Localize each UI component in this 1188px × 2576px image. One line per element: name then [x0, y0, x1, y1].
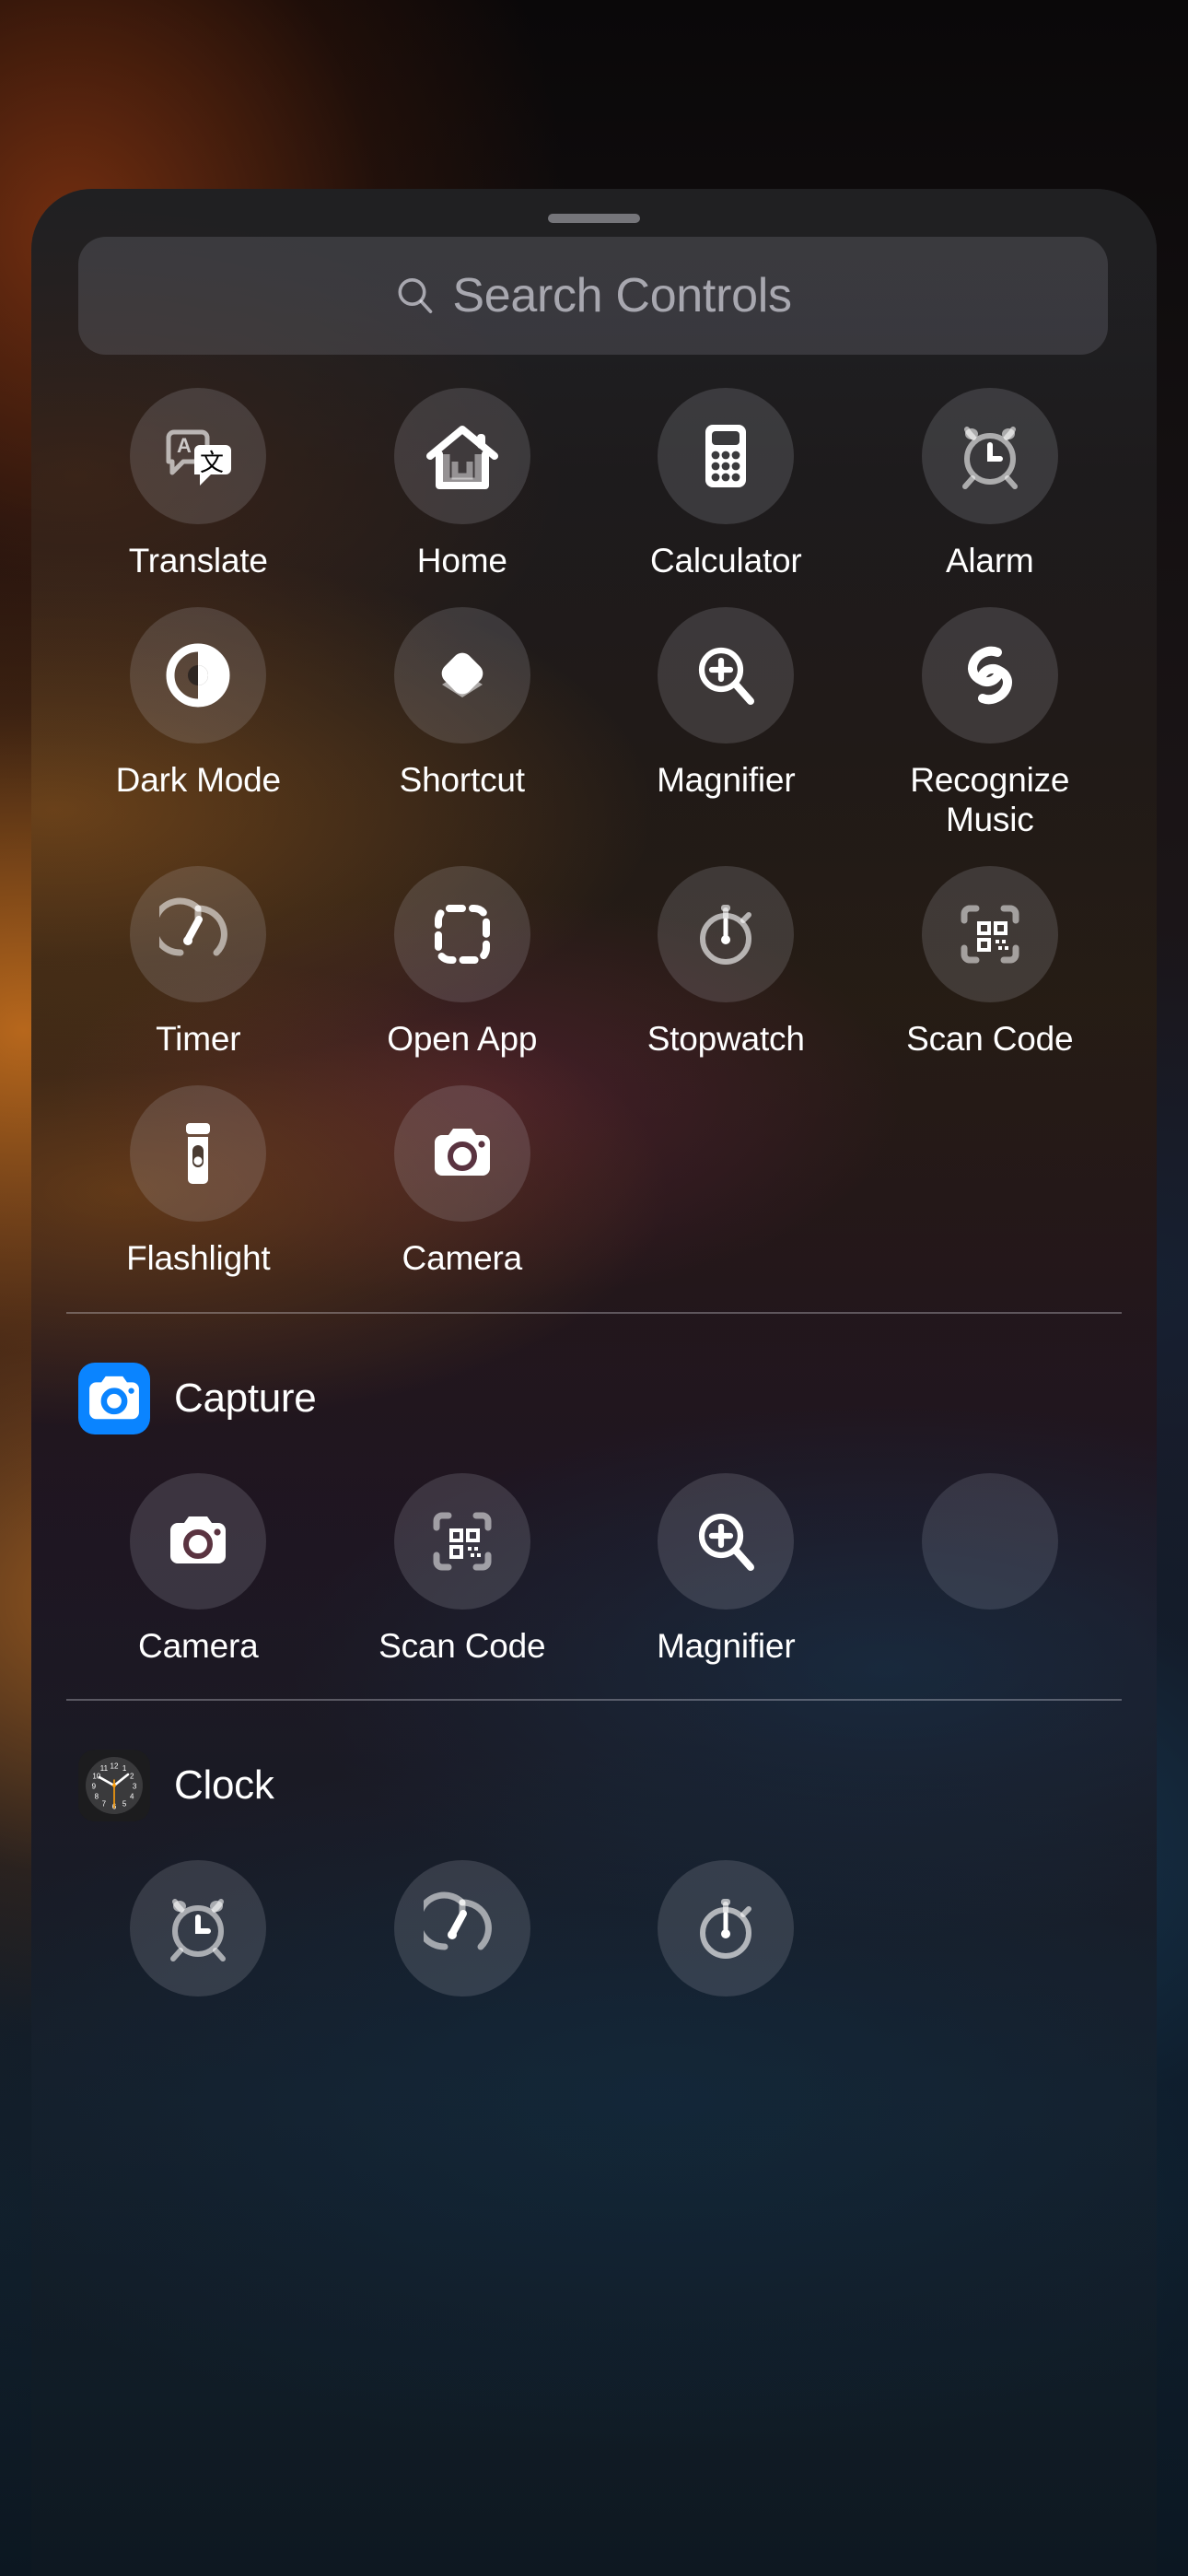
dark-mode-icon[interactable]: [130, 606, 267, 744]
control-item[interactable]: [594, 1842, 858, 1997]
calculator-icon[interactable]: [658, 388, 795, 524]
control-label: Scan Code: [379, 1626, 546, 1665]
control-label: Translate: [128, 542, 268, 580]
clock-app-icon: 121234567891011: [78, 1750, 150, 1822]
control-label: Calculator: [649, 542, 802, 580]
search-controls-field[interactable]: Search Controls: [78, 237, 1108, 355]
control-item[interactable]: Calculator: [594, 369, 858, 581]
section-title: Capture: [174, 1375, 317, 1421]
search-placeholder: Search Controls: [452, 269, 792, 322]
control-item[interactable]: Alarm: [858, 369, 1123, 581]
control-item[interactable]: Magnifier: [594, 1455, 858, 1667]
empty-control-slot[interactable]: [921, 1472, 1058, 1610]
section-header: 121234567891011 Clock: [31, 1701, 1157, 1822]
control-item[interactable]: Scan Code: [331, 1455, 595, 1667]
section-controls-grid: Camera Scan Code Magnifier: [31, 1455, 1157, 1667]
control-label: Scan Code: [906, 1019, 1074, 1058]
app-sections: Capture Camera Scan Code Magnifier 12 1 …: [31, 1311, 1157, 1997]
control-item[interactable]: Camera: [66, 1455, 331, 1667]
svg-text:2: 2: [130, 1773, 134, 1781]
flashlight-icon[interactable]: [130, 1084, 267, 1222]
timer-icon[interactable]: [130, 865, 267, 1002]
open-app-icon[interactable]: [393, 865, 530, 1002]
suggested-controls-grid: A 文 Translate Home Calculator Alarm Dark…: [31, 369, 1157, 1279]
svg-text:8: 8: [95, 1793, 99, 1801]
section-title: Clock: [174, 1762, 274, 1809]
control-item[interactable]: Open App: [331, 848, 595, 1060]
control-label: Alarm: [945, 542, 1034, 580]
stopwatch-icon[interactable]: [658, 865, 795, 1002]
control-item[interactable]: Dark Mode: [66, 589, 331, 840]
svg-text:1: 1: [122, 1765, 127, 1774]
control-item[interactable]: [331, 1842, 595, 1997]
svg-text:5: 5: [122, 1800, 127, 1809]
control-label: Dark Mode: [115, 760, 281, 799]
shazam-icon[interactable]: [921, 606, 1058, 744]
svg-text:3: 3: [133, 1783, 137, 1791]
control-label: Recognize Music: [910, 760, 1070, 838]
control-label: Timer: [156, 1019, 241, 1058]
svg-text:12: 12: [111, 1762, 119, 1771]
shortcut-icon[interactable]: [393, 606, 530, 744]
svg-text:11: 11: [100, 1765, 109, 1774]
control-label: Magnifier: [657, 1626, 796, 1665]
control-item[interactable]: Flashlight: [66, 1067, 331, 1279]
controls-scroll-area[interactable]: A 文 Translate Home Calculator Alarm Dark…: [31, 369, 1157, 2576]
controls-gallery-sheet: Search Controls A 文 Translate Home Calcu…: [31, 189, 1157, 2576]
magnifier-icon[interactable]: [658, 606, 795, 744]
stopwatch-icon[interactable]: [658, 1860, 795, 1997]
alarm-icon[interactable]: [921, 388, 1058, 524]
scan-code-icon[interactable]: [921, 865, 1058, 1002]
control-item[interactable]: [858, 1455, 1123, 1667]
control-label: Camera: [402, 1238, 523, 1277]
control-label: Magnifier: [657, 760, 796, 799]
svg-text:7: 7: [102, 1800, 107, 1809]
control-item[interactable]: Timer: [66, 848, 331, 1060]
svg-text:4: 4: [130, 1793, 134, 1801]
search-icon: [394, 275, 437, 317]
control-item[interactable]: Magnifier: [594, 589, 858, 840]
timer-icon[interactable]: [393, 1860, 530, 1997]
app-section: 121234567891011 Clock: [31, 1699, 1157, 1997]
scan-code-icon[interactable]: [393, 1472, 530, 1610]
control-item[interactable]: Home: [331, 369, 595, 581]
control-item[interactable]: Recognize Music: [858, 589, 1123, 840]
svg-text:9: 9: [92, 1783, 97, 1791]
control-item[interactable]: [66, 1842, 331, 1997]
alarm-icon[interactable]: [130, 1860, 267, 1997]
control-label: Stopwatch: [646, 1019, 805, 1058]
translate-icon[interactable]: A 文: [130, 388, 267, 524]
control-label: Camera: [138, 1626, 259, 1665]
control-item[interactable]: A 文 Translate: [66, 369, 331, 581]
magnifier-icon[interactable]: [658, 1472, 795, 1610]
camera-icon[interactable]: [393, 1084, 530, 1222]
control-item[interactable]: Shortcut: [331, 589, 595, 840]
camera-app-icon: [78, 1362, 150, 1434]
control-center-add-controls-screen: Search Controls A 文 Translate Home Calcu…: [0, 0, 1188, 2576]
section-header: Capture: [31, 1314, 1157, 1434]
control-label: Open App: [387, 1019, 538, 1058]
app-section: Capture Camera Scan Code Magnifier: [31, 1311, 1157, 1667]
home-icon[interactable]: [393, 388, 530, 524]
camera-icon[interactable]: [130, 1472, 267, 1610]
svg-text:文: 文: [200, 450, 224, 477]
control-item[interactable]: Scan Code: [858, 848, 1123, 1060]
control-item[interactable]: Stopwatch: [594, 848, 858, 1060]
control-label: Shortcut: [399, 760, 525, 799]
section-controls-grid: [31, 1842, 1157, 1997]
control-item[interactable]: Camera: [331, 1067, 595, 1279]
control-label: Home: [416, 542, 507, 580]
control-label: Flashlight: [126, 1238, 271, 1277]
sheet-grabber-handle[interactable]: [548, 214, 640, 223]
svg-text:A: A: [177, 434, 192, 457]
